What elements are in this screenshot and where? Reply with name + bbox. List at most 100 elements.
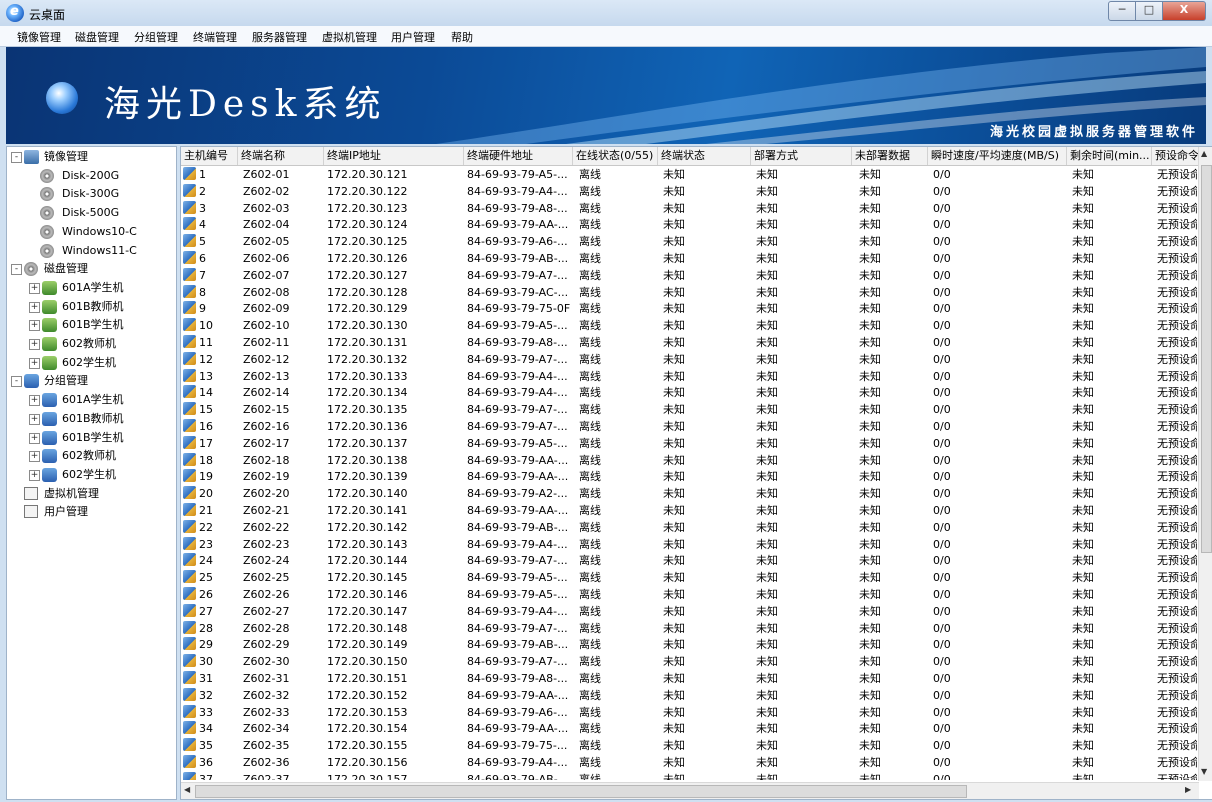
table-row[interactable]: 14 Z602-14 172.20.30.134 84-69-93-79-A4-...… [181, 384, 1197, 401]
table-row[interactable]: 12 Z602-12 172.20.30.132 84-69-93-79-A7-...… [181, 351, 1197, 368]
tree-item[interactable]: +602学生机 [7, 354, 174, 372]
table-row[interactable]: 24 Z602-24 172.20.30.144 84-69-93-79-A7-...… [181, 552, 1197, 569]
table-row[interactable]: 13 Z602-13 172.20.30.133 84-69-93-79-A4-...… [181, 368, 1197, 385]
menu-terminal-management[interactable]: 终端管理 [193, 29, 237, 45]
table-row[interactable]: 26 Z602-26 172.20.30.146 84-69-93-79-A5-...… [181, 586, 1197, 603]
table-row[interactable]: 16 Z602-16 172.20.30.136 84-69-93-79-A7-...… [181, 418, 1197, 435]
collapse-icon[interactable]: - [11, 376, 22, 388]
table-row[interactable]: 32 Z602-32 172.20.30.152 84-69-93-79-AA-...… [181, 687, 1197, 704]
expand-icon[interactable]: + [29, 282, 40, 294]
tree-item[interactable]: +602教师机 [7, 447, 174, 465]
table-row[interactable]: 10 Z602-10 172.20.30.130 84-69-93-79-A5-...… [181, 317, 1197, 334]
menu-image-management[interactable]: 镜像管理 [17, 29, 61, 45]
tree-item[interactable]: - 磁盘管理 [7, 260, 174, 278]
horizontal-scrollbar[interactable]: ◀ ▶ [181, 782, 1199, 799]
table-row[interactable]: 11 Z602-11 172.20.30.131 84-69-93-79-A8-...… [181, 334, 1197, 351]
table-row[interactable]: 20 Z602-20 172.20.30.140 84-69-93-79-A2-...… [181, 485, 1197, 502]
maximize-button[interactable]: □ [1136, 1, 1163, 21]
tree-item[interactable]: Disk-200G [7, 167, 174, 185]
column-header[interactable]: 终端IP地址 [324, 147, 464, 165]
table-row[interactable]: 36 Z602-36 172.20.30.156 84-69-93-79-A4-...… [181, 754, 1197, 771]
table-row[interactable]: 1 Z602-01 172.20.30.121 84-69-93-79-A5-... 离… [181, 166, 1197, 183]
tree-item[interactable]: 用户管理 [7, 503, 174, 521]
table-row[interactable]: 8 Z602-08 172.20.30.128 84-69-93-79-AC-... 离… [181, 284, 1197, 301]
table-row[interactable]: 19 Z602-19 172.20.30.139 84-69-93-79-AA-...… [181, 468, 1197, 485]
tree-item[interactable]: +601B学生机 [7, 429, 174, 447]
tree-item[interactable]: +602学生机 [7, 466, 174, 484]
column-header[interactable]: 部署方式 [751, 147, 852, 165]
menu-server-management[interactable]: 服务器管理 [252, 29, 307, 45]
table-row[interactable]: 9 Z602-09 172.20.30.129 84-69-93-79-75-0F 离线… [181, 300, 1197, 317]
column-header[interactable]: 主机编号 [181, 147, 238, 165]
table-row[interactable]: 31 Z602-31 172.20.30.151 84-69-93-79-A8-...… [181, 670, 1197, 687]
table-row[interactable]: 4 Z602-04 172.20.30.124 84-69-93-79-AA-... 离… [181, 216, 1197, 233]
close-button[interactable]: X [1163, 1, 1206, 21]
expand-icon[interactable]: + [29, 395, 40, 407]
table-row[interactable]: 3 Z602-03 172.20.30.123 84-69-93-79-A8-... 离… [181, 200, 1197, 217]
table-row[interactable]: 22 Z602-22 172.20.30.142 84-69-93-79-AB-...… [181, 519, 1197, 536]
column-header[interactable]: 预设命令 [1152, 147, 1199, 165]
column-header[interactable]: 终端名称 [238, 147, 324, 165]
horizontal-scroll-thumb[interactable] [195, 785, 967, 798]
scroll-up-icon[interactable]: ▲ [1201, 149, 1207, 158]
table-row[interactable]: 28 Z602-28 172.20.30.148 84-69-93-79-A7-...… [181, 620, 1197, 637]
expand-icon[interactable]: + [29, 413, 40, 425]
table-row[interactable]: 23 Z602-23 172.20.30.143 84-69-93-79-A4-...… [181, 536, 1197, 553]
tree-item[interactable]: +601A学生机 [7, 391, 174, 409]
menu-disk-management[interactable]: 磁盘管理 [75, 29, 119, 45]
expand-icon[interactable]: + [29, 320, 40, 332]
tree-item[interactable]: +602教师机 [7, 335, 174, 353]
table-row[interactable]: 2 Z602-02 172.20.30.122 84-69-93-79-A4-... 离… [181, 183, 1197, 200]
tree-item[interactable]: 虚拟机管理 [7, 485, 174, 503]
expand-icon[interactable]: + [29, 357, 40, 369]
table-row[interactable]: 34 Z602-34 172.20.30.154 84-69-93-79-AA-...… [181, 720, 1197, 737]
scroll-down-icon[interactable]: ▼ [1201, 767, 1207, 776]
table-row[interactable]: 7 Z602-07 172.20.30.127 84-69-93-79-A7-... 离… [181, 267, 1197, 284]
tree-item[interactable]: - 镜像管理 [7, 148, 174, 166]
table-row[interactable]: 21 Z602-21 172.20.30.141 84-69-93-79-AA-...… [181, 502, 1197, 519]
column-header[interactable]: 未部署数据 [852, 147, 928, 165]
tree-item[interactable]: +601B教师机 [7, 298, 174, 316]
menu-vm-management[interactable]: 虚拟机管理 [322, 29, 377, 45]
vertical-scroll-thumb[interactable] [1201, 165, 1212, 553]
table-row[interactable]: 5 Z602-05 172.20.30.125 84-69-93-79-A6-... 离… [181, 233, 1197, 250]
table-row[interactable]: 35 Z602-35 172.20.30.155 84-69-93-79-75-...… [181, 737, 1197, 754]
vertical-scrollbar[interactable]: ▲ ▼ [1198, 147, 1212, 781]
menu-group-management[interactable]: 分组管理 [134, 29, 178, 45]
column-header[interactable]: 剩余时间(min... [1067, 147, 1152, 165]
table-row[interactable]: 25 Z602-25 172.20.30.145 84-69-93-79-A5-...… [181, 569, 1197, 586]
expand-icon[interactable]: + [29, 451, 40, 463]
collapse-icon[interactable]: - [11, 264, 22, 276]
tree-item[interactable]: +601A学生机 [7, 279, 174, 297]
tree-item[interactable]: Disk-500G [7, 204, 174, 222]
menu-help[interactable]: 帮助 [451, 29, 473, 45]
minimize-button[interactable]: ─ [1108, 1, 1136, 21]
tree-item[interactable]: Windows10-C [7, 223, 174, 241]
column-header[interactable]: 终端状态 [658, 147, 751, 165]
tree-item[interactable]: - 分组管理 [7, 372, 174, 390]
table-row[interactable]: 17 Z602-17 172.20.30.137 84-69-93-79-A5-...… [181, 435, 1197, 452]
collapse-icon[interactable]: - [11, 152, 22, 163]
column-header[interactable]: 在线状态(0/55) [573, 147, 658, 165]
expand-icon[interactable]: + [29, 301, 40, 313]
table-row[interactable]: 29 Z602-29 172.20.30.149 84-69-93-79-AB-...… [181, 636, 1197, 653]
table-row[interactable]: 15 Z602-15 172.20.30.135 84-69-93-79-A7-...… [181, 401, 1197, 418]
scroll-left-icon[interactable]: ◀ [184, 785, 190, 794]
tree-item[interactable]: +601B教师机 [7, 410, 174, 428]
table-row[interactable]: 6 Z602-06 172.20.30.126 84-69-93-79-AB-... 离… [181, 250, 1197, 267]
column-header[interactable]: 瞬时速度/平均速度(MB/S) [928, 147, 1067, 165]
expand-icon[interactable]: + [29, 339, 40, 350]
column-header[interactable]: 终端硬件地址 [464, 147, 573, 165]
expand-icon[interactable]: + [29, 432, 40, 444]
table-row[interactable]: 27 Z602-27 172.20.30.147 84-69-93-79-A4-...… [181, 603, 1197, 620]
expand-icon[interactable]: + [29, 469, 40, 481]
table-row[interactable]: 37 Z602-37 172.20.30.157 84-69-93-79-AB-...… [181, 771, 1197, 780]
scroll-right-icon[interactable]: ▶ [1185, 785, 1191, 794]
tree-item[interactable]: Disk-300G [7, 185, 174, 203]
table-row[interactable]: 18 Z602-18 172.20.30.138 84-69-93-79-AA-...… [181, 452, 1197, 469]
menu-user-management[interactable]: 用户管理 [391, 29, 435, 45]
tree-item[interactable]: Windows11-C [7, 242, 174, 260]
tree-item[interactable]: +601B学生机 [7, 316, 174, 334]
table-row[interactable]: 30 Z602-30 172.20.30.150 84-69-93-79-A7-...… [181, 653, 1197, 670]
table-row[interactable]: 33 Z602-33 172.20.30.153 84-69-93-79-A6-...… [181, 704, 1197, 721]
